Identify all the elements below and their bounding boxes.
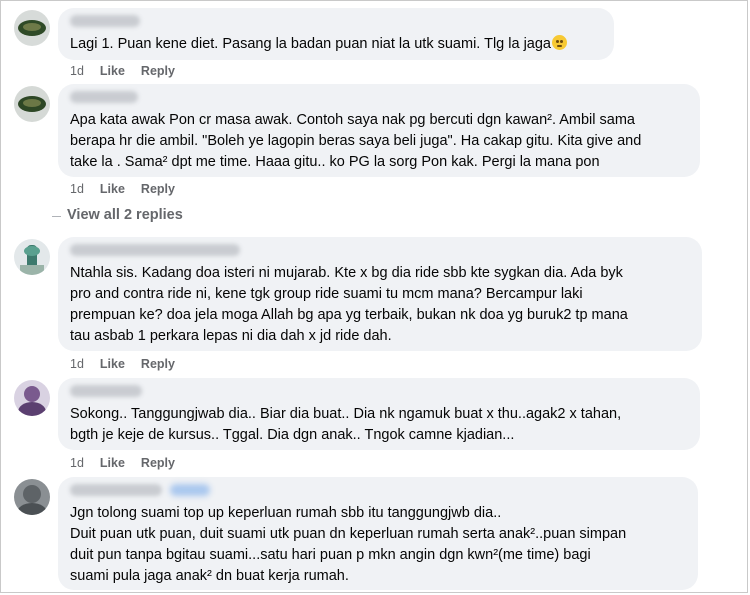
like-button[interactable]: Like: [100, 64, 125, 78]
reply-button[interactable]: Reply: [141, 182, 175, 196]
author-name-blurred[interactable]: [70, 484, 210, 496]
comment-bubble: Lagi 1. Puan kene diet. Pasang la badan …: [58, 8, 614, 60]
view-replies-label: View all 2 replies: [67, 207, 183, 223]
avatar[interactable]: [14, 239, 50, 275]
comment-text: Jgn tolong suami top up keperluan rumah …: [70, 505, 627, 584]
comment-bubble: Ntahla sis. Kadang doa isteri ni mujarab…: [58, 237, 702, 351]
comment-bubble: Jgn tolong suami top up keperluan rumah …: [58, 477, 698, 590]
author-badge-blurred: [170, 484, 210, 496]
reply-button[interactable]: Reply: [141, 357, 175, 371]
comment-text: Sokong.. Tanggungjwab dia.. Biar dia bua…: [70, 406, 622, 443]
author-name-blurred[interactable]: [70, 15, 140, 27]
comment-actions: 1d Like Reply: [70, 357, 191, 371]
comment-actions: 1d Like Reply: [70, 456, 191, 470]
comment-bubble: Sokong.. Tanggungjwab dia.. Biar dia bua…: [58, 378, 700, 450]
like-button[interactable]: Like: [100, 357, 125, 371]
avatar-image: [14, 479, 50, 515]
author-name-blurred[interactable]: [70, 91, 138, 103]
reply-button[interactable]: Reply: [141, 456, 175, 470]
avatar-image: [14, 380, 50, 416]
pleading-face-icon: [552, 35, 567, 50]
reply-thread-line-icon: [52, 215, 61, 217]
avatar[interactable]: [14, 10, 50, 46]
avatar[interactable]: [14, 380, 50, 416]
comment-text: Ntahla sis. Kadang doa isteri ni mujarab…: [70, 265, 628, 344]
avatar-image: [14, 10, 50, 46]
comment-actions: 1d Like Reply: [70, 182, 191, 196]
comment-actions: 1d Like Reply: [70, 64, 191, 78]
view-replies-link[interactable]: View all 2 replies: [52, 207, 183, 223]
comment-time[interactable]: 1d: [70, 357, 84, 371]
comment-time[interactable]: 1d: [70, 64, 84, 78]
author-name-blurred[interactable]: [70, 244, 240, 256]
comment-time[interactable]: 1d: [70, 456, 84, 470]
avatar-image: [14, 86, 50, 122]
like-button[interactable]: Like: [100, 456, 125, 470]
comment-text: Apa kata awak Pon cr masa awak. Contoh s…: [70, 112, 642, 170]
avatar[interactable]: [14, 86, 50, 122]
reply-button[interactable]: Reply: [141, 64, 175, 78]
comment-text: Lagi 1. Puan kene diet. Pasang la badan …: [70, 36, 551, 52]
like-button[interactable]: Like: [100, 182, 125, 196]
author-name-blurred[interactable]: [70, 385, 142, 397]
comment-time[interactable]: 1d: [70, 182, 84, 196]
comment-bubble: Apa kata awak Pon cr masa awak. Contoh s…: [58, 84, 700, 177]
avatar-image: [14, 239, 50, 275]
avatar[interactable]: [14, 479, 50, 515]
